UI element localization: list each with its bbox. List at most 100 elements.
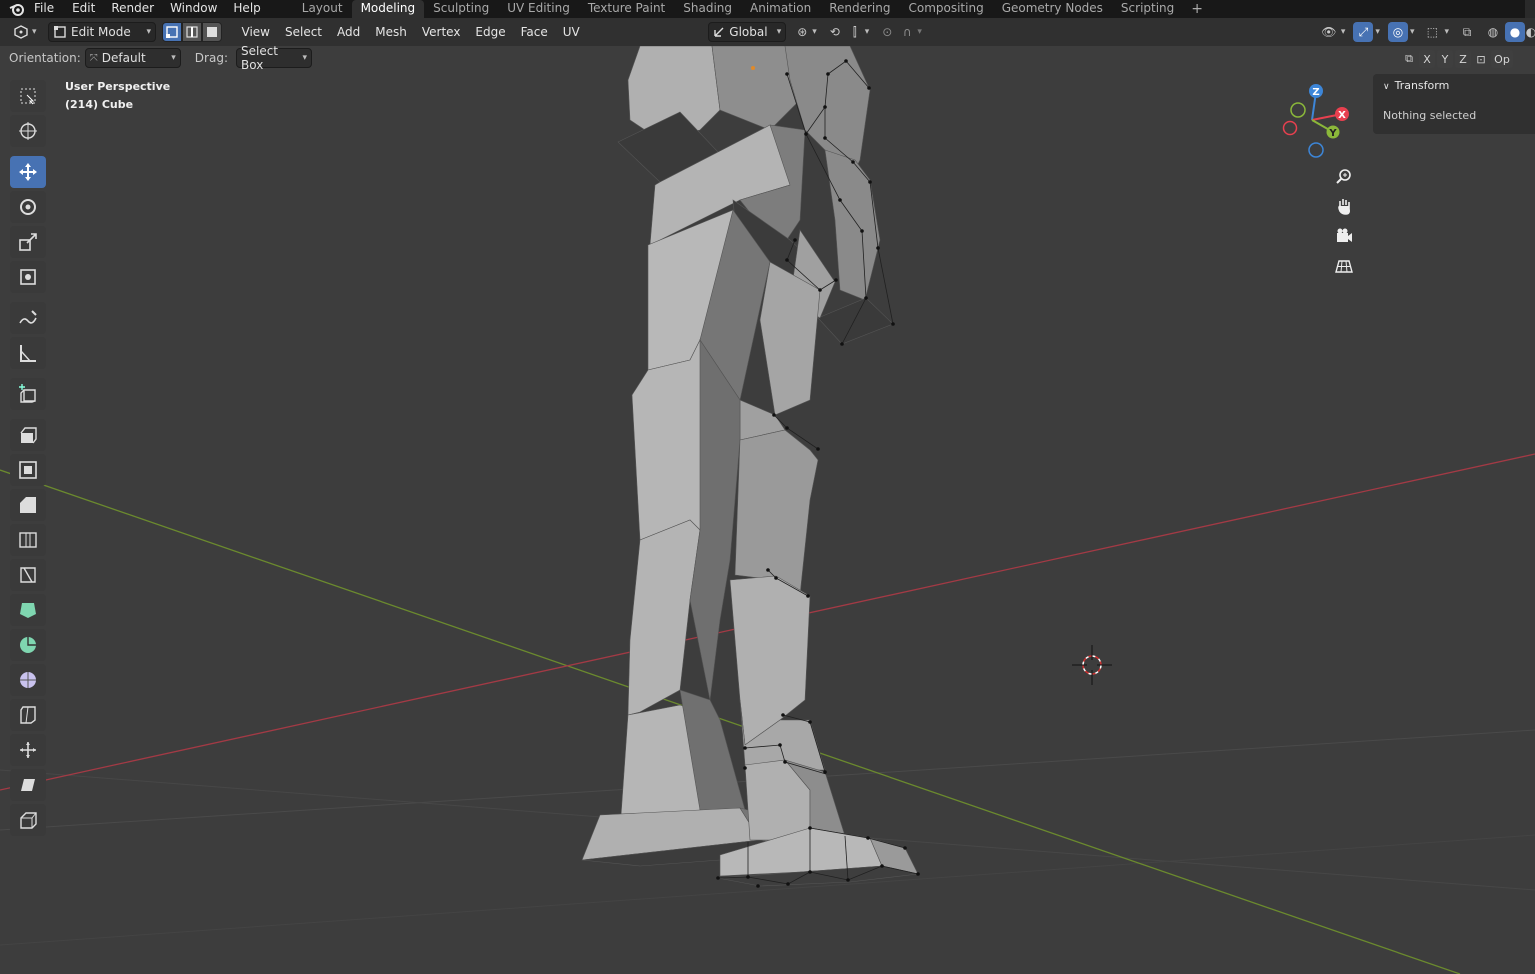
transform-tool[interactable] xyxy=(10,261,46,293)
add-cube-tool[interactable] xyxy=(10,378,46,410)
scene-selector-edge[interactable] xyxy=(1525,0,1535,18)
transform-orientation-dropdown[interactable]: Global ▾ xyxy=(708,22,787,42)
menu-select[interactable]: Select xyxy=(277,25,329,39)
mirror-icon[interactable]: ⧉ xyxy=(1401,50,1417,68)
mesh-edit-overlays-icon[interactable]: ⬚ xyxy=(1422,22,1442,42)
perspective-toggle-button[interactable] xyxy=(1330,252,1358,280)
tab-scripting[interactable]: Scripting xyxy=(1112,0,1183,18)
vertex-select-button[interactable] xyxy=(162,22,182,42)
wireframe-shading-icon[interactable]: ◍ xyxy=(1483,22,1503,42)
tab-modeling[interactable]: Modeling xyxy=(351,0,425,18)
chevron-down-icon: ▾ xyxy=(32,27,37,37)
menu-edge[interactable]: Edge xyxy=(468,25,513,39)
mirror-x-toggle[interactable]: X xyxy=(1419,50,1435,68)
editor-type-dropdown[interactable]: ▾ xyxy=(10,22,42,42)
tab-animation[interactable]: Animation xyxy=(741,0,820,18)
menu-mesh[interactable]: Mesh xyxy=(368,25,415,39)
tab-rendering[interactable]: Rendering xyxy=(820,0,899,18)
menu-window[interactable]: Window xyxy=(164,0,227,18)
gizmo-x-label: X xyxy=(1338,110,1346,121)
cursor-tool[interactable] xyxy=(10,115,46,147)
menu-view[interactable]: View xyxy=(234,25,277,39)
chevron-down-icon: ∨ xyxy=(1383,82,1390,92)
snap-target-icon[interactable]: ⫿ xyxy=(845,22,865,42)
spin-tool[interactable] xyxy=(10,629,46,661)
zoom-button[interactable] xyxy=(1330,162,1358,190)
camera-view-button[interactable] xyxy=(1330,222,1358,250)
3d-viewport[interactable]: Orientation: ⤧ Default ▾ Drag: Select Bo… xyxy=(0,44,1535,974)
xray-toggle-icon[interactable]: ⧉ xyxy=(1457,22,1477,42)
menu-uv[interactable]: UV xyxy=(555,25,587,39)
navigation-gizmo[interactable]: Z X Y xyxy=(1278,82,1354,162)
tab-texture-paint[interactable]: Texture Paint xyxy=(579,0,674,18)
edge-select-button[interactable] xyxy=(182,22,202,42)
mirror-y-toggle[interactable]: Y xyxy=(1437,50,1453,68)
tab-layout[interactable]: Layout xyxy=(293,0,352,18)
smooth-tool[interactable] xyxy=(10,664,46,696)
falloff-icon[interactable]: ∩ xyxy=(897,22,917,42)
viewport-scene[interactable] xyxy=(0,46,1535,974)
bevel-tool[interactable] xyxy=(10,489,46,521)
annotate-tool[interactable] xyxy=(10,302,46,334)
menu-add[interactable]: Add xyxy=(330,25,368,39)
menu-vertex[interactable]: Vertex xyxy=(414,25,468,39)
extrude-tool[interactable] xyxy=(10,419,46,451)
3d-cursor-icon xyxy=(1072,645,1112,685)
rotate-tool[interactable] xyxy=(10,191,46,223)
inset-tool[interactable] xyxy=(10,454,46,486)
orientation-value: Default xyxy=(101,51,146,65)
face-select-icon xyxy=(207,27,217,37)
orientation-label: Orientation: xyxy=(9,51,81,65)
visibility-icon[interactable]: 👁 xyxy=(1319,22,1339,42)
pan-button[interactable] xyxy=(1330,192,1358,220)
menu-file[interactable]: File xyxy=(34,0,64,18)
loop-cut-tool[interactable] xyxy=(10,524,46,556)
auto-merge-icon[interactable]: ⊡ xyxy=(1473,50,1489,68)
edge-slide-tool[interactable] xyxy=(10,699,46,731)
measure-tool[interactable] xyxy=(10,337,46,369)
shrink-fatten-tool[interactable] xyxy=(10,734,46,766)
menu-face[interactable]: Face xyxy=(513,25,555,39)
tab-uv-editing[interactable]: UV Editing xyxy=(498,0,579,18)
shear-tool[interactable] xyxy=(10,769,46,801)
menu-render[interactable]: Render xyxy=(105,0,164,18)
sidebar-transform-panel: ∨ Transform Nothing selected xyxy=(1373,74,1535,134)
drag-value: Select Box xyxy=(240,44,279,72)
annotate-icon xyxy=(19,310,37,324)
menu-edit[interactable]: Edit xyxy=(64,0,105,18)
tab-geometry-nodes[interactable]: Geometry Nodes xyxy=(993,0,1112,18)
chevron-down-icon: ▾ xyxy=(1340,27,1346,37)
snap-icon[interactable]: ⟲ xyxy=(825,22,845,42)
chevron-down-icon: ▾ xyxy=(171,53,176,63)
overlays-toggle-icon[interactable]: ◎ xyxy=(1387,22,1408,42)
viewport-menus: View Select Add Mesh Vertex Edge Face UV xyxy=(234,25,587,39)
tab-shading[interactable]: Shading xyxy=(674,0,741,18)
material-shading-icon[interactable]: ◐ xyxy=(1526,22,1535,42)
solid-shading-icon[interactable]: ● xyxy=(1505,22,1525,42)
orientation-dropdown[interactable]: ⤧ Default ▾ xyxy=(84,48,181,68)
scale-tool[interactable] xyxy=(10,226,46,258)
gizmo-toggle-icon[interactable]: ⤢ xyxy=(1353,22,1374,42)
options-button[interactable]: Op xyxy=(1491,50,1513,68)
knife-tool[interactable] xyxy=(10,559,46,591)
move-tool[interactable] xyxy=(10,156,46,188)
select-box-tool[interactable] xyxy=(10,80,46,112)
poly-build-tool[interactable] xyxy=(10,594,46,626)
pivot-point-icon[interactable]: ⊛ xyxy=(792,22,812,42)
add-workspace-button[interactable]: + xyxy=(1183,1,1211,18)
rip-region-tool[interactable] xyxy=(10,804,46,836)
proportional-editing-icon[interactable]: ⊙ xyxy=(877,22,897,42)
tab-sculpting[interactable]: Sculpting xyxy=(424,0,498,18)
knife-icon xyxy=(20,567,36,583)
transform-panel-header[interactable]: ∨ Transform xyxy=(1383,79,1449,92)
orientation-global-value: Global xyxy=(729,25,768,39)
tool-shelf xyxy=(8,80,48,839)
mode-value: Edit Mode xyxy=(71,25,131,39)
blender-logo-icon[interactable] xyxy=(0,0,34,18)
mirror-z-toggle[interactable]: Z xyxy=(1455,50,1471,68)
tab-compositing[interactable]: Compositing xyxy=(899,0,992,18)
mode-dropdown[interactable]: Edit Mode ▾ xyxy=(48,22,156,42)
face-select-button[interactable] xyxy=(202,22,222,42)
drag-dropdown[interactable]: Select Box ▾ xyxy=(235,44,312,72)
menu-help[interactable]: Help xyxy=(227,0,270,18)
